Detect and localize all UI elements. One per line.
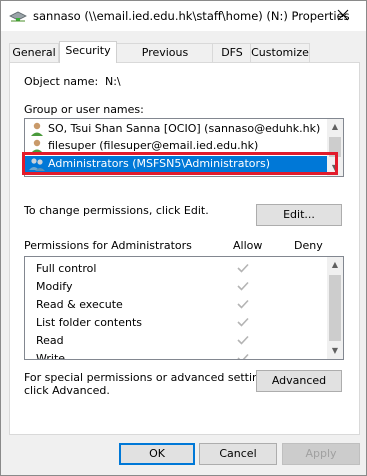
ok-button[interactable]: OK [119, 443, 195, 465]
allow-check-icon [237, 263, 249, 273]
change-hint: To change permissions, click Edit. [24, 204, 209, 217]
permission-name: Read [36, 334, 64, 347]
allow-header: Allow [233, 239, 263, 252]
scroll-thumb[interactable] [329, 137, 341, 157]
tab-customize[interactable]: Customize [250, 43, 310, 62]
user-name: SO, Tsui Shan Sanna [OCIO] (sannaso@eduh… [48, 122, 321, 135]
permissions-list: Full control Modify Read & execute List … [24, 256, 344, 360]
user-name: filesuper (filesuper@email.ied.edu.hk) [48, 139, 259, 152]
user-row-sannaso[interactable]: SO, Tsui Shan Sanna [OCIO] (sannaso@eduh… [25, 121, 327, 137]
edit-button[interactable]: Edit... [256, 204, 342, 226]
special-hint-line2: click Advanced. [24, 384, 110, 397]
permission-name: Write [36, 352, 66, 360]
permission-row: Full control [25, 260, 325, 278]
scroll-up-arrow-icon[interactable]: ▲ [327, 119, 343, 135]
permissions-scrollbar[interactable]: ▲ ▼ [327, 257, 343, 359]
group-icon [29, 156, 45, 172]
close-icon [337, 9, 349, 21]
scroll-down-arrow-icon[interactable]: ▼ [327, 160, 343, 176]
tab-security[interactable]: Security [59, 41, 117, 63]
tab-previous-versions[interactable]: Previous Versions [116, 43, 214, 77]
permission-name: List folder contents [36, 316, 142, 329]
tab-strip: General Security Previous Versions DFS C… [9, 41, 361, 77]
special-hint-line1: For special permissions or advanced sett… [24, 371, 276, 384]
user-row-administrators[interactable]: Administrators (MSFSN5\Administrators) [25, 156, 327, 173]
allow-check-icon [237, 281, 249, 291]
scroll-up-arrow-icon[interactable]: ▲ [327, 257, 343, 273]
permission-name: Modify [36, 280, 73, 293]
group-list-scrollbar[interactable]: ▲ ▼ [327, 119, 343, 176]
permissions-for-label: Permissions for Administrators [24, 239, 192, 252]
user-icon [29, 138, 45, 152]
security-panel: Object name: N:\ Group or user names: SO… [9, 62, 360, 435]
permission-row: Modify [25, 278, 325, 296]
allow-check-icon [237, 317, 249, 327]
allow-check-icon [237, 353, 249, 359]
properties-dialog: sannaso (\\email.ied.edu.hk\staff\home) … [0, 0, 367, 476]
cancel-button[interactable]: Cancel [199, 443, 277, 465]
close-button[interactable] [322, 1, 366, 31]
title-bar[interactable]: sannaso (\\email.ied.edu.hk\staff\home) … [1, 1, 366, 31]
object-name-label: Object name: [24, 75, 99, 88]
window-title: sannaso (\\email.ied.edu.hk\staff\home) … [33, 9, 350, 23]
permission-row: Write [25, 350, 325, 360]
group-user-list[interactable]: SO, Tsui Shan Sanna [OCIO] (sannaso@eduh… [24, 118, 344, 177]
advanced-button[interactable]: Advanced [256, 370, 342, 392]
scroll-thumb[interactable] [329, 275, 341, 341]
permission-row: List folder contents [25, 314, 325, 332]
user-row-filesuper[interactable]: filesuper (filesuper@email.ied.edu.hk) [25, 138, 327, 152]
apply-button[interactable]: Apply [282, 443, 360, 465]
tab-general[interactable]: General [9, 43, 59, 62]
groups-label: Group or user names: [24, 103, 144, 116]
user-name: Administrators (MSFSN5\Administrators) [48, 157, 271, 170]
tab-dfs[interactable]: DFS [212, 43, 252, 62]
object-name-value: N:\ [105, 75, 121, 88]
deny-header: Deny [294, 239, 323, 252]
allow-check-icon [237, 299, 249, 309]
allow-check-icon [237, 335, 249, 345]
permission-name: Read & execute [36, 298, 123, 311]
permission-name: Full control [36, 262, 97, 275]
permission-row: Read [25, 332, 325, 350]
user-icon [29, 121, 45, 137]
permission-row: Read & execute [25, 296, 325, 314]
network-drive-icon [9, 10, 27, 22]
scroll-down-arrow-icon[interactable]: ▼ [327, 343, 343, 359]
